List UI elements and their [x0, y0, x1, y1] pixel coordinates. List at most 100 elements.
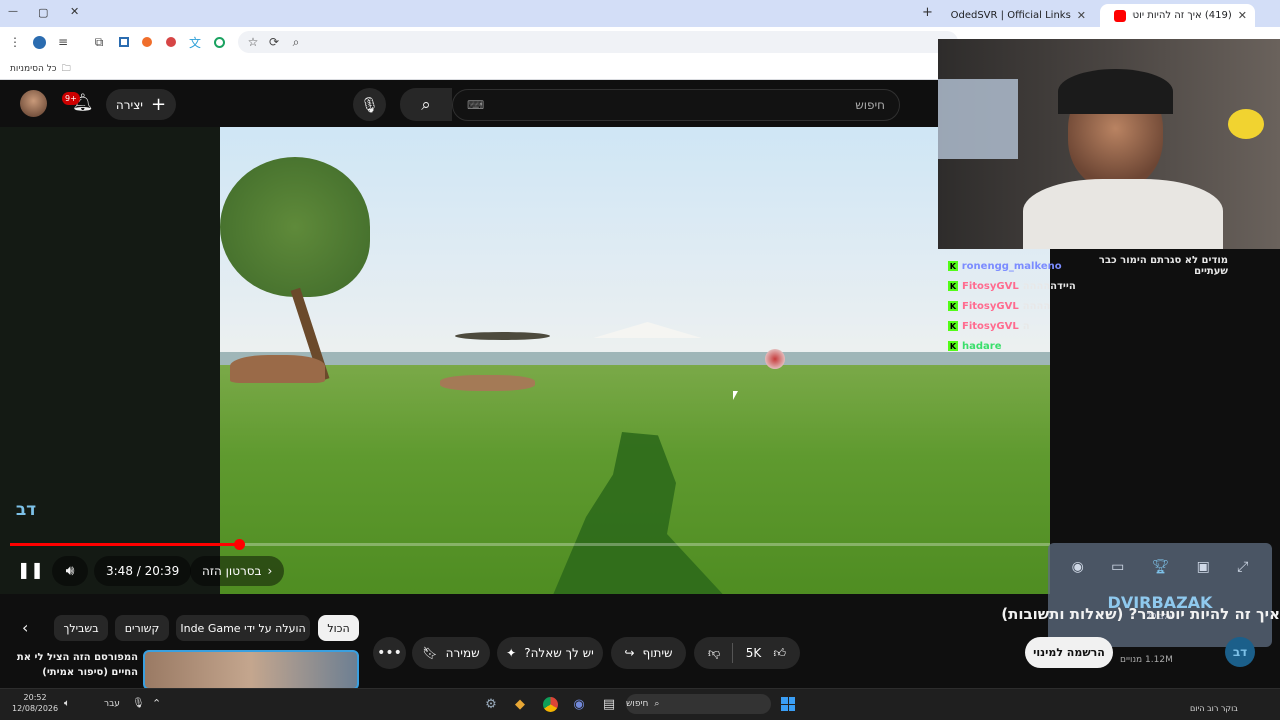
taskbar-clock[interactable]: 20:52 12/08/2026 — [12, 692, 58, 714]
related-video-title[interactable]: המפורסם הזה הציל לי את החיים (סיפור אמית… — [10, 650, 138, 680]
share-button[interactable]: שיתוף ↪ — [611, 637, 686, 669]
mouse-cursor-icon — [733, 391, 738, 400]
ask-button[interactable]: יש לך שאלה? ✦ — [497, 637, 603, 669]
tray-chevron-icon[interactable]: ⌃ — [152, 697, 161, 710]
save-button[interactable]: שמירה 🔖︎ — [412, 637, 490, 669]
tab-youtube[interactable]: ✕ (419) איך זה להיות יוטיובר? (שאלות ותש… — [1100, 4, 1255, 27]
bookmarks-folder-label: כל הסימניות — [10, 64, 57, 74]
kick-badge-icon: K — [948, 261, 958, 271]
taskbar-search[interactable]: ⌕ חיפוש — [626, 694, 771, 714]
subscribe-button[interactable]: הרשמה למינוי — [1025, 637, 1113, 668]
chevron-right-icon: › — [267, 564, 273, 578]
record-icon: ◉ — [1071, 559, 1084, 575]
toy — [1228, 109, 1264, 139]
tab-title: (419) איך זה להיות יוטיובר? (שאלות ותשוב… — [1131, 10, 1232, 21]
related-video-thumbnail[interactable] — [143, 650, 359, 690]
extension-icon[interactable] — [161, 32, 181, 52]
webcam-overlay — [938, 39, 1280, 249]
profile-icon[interactable] — [29, 32, 49, 52]
chapter-button[interactable]: בסרטון הזה › — [190, 556, 285, 586]
plus-icon: + — [151, 94, 167, 115]
chat-message: ה FitosyGVL K — [948, 316, 1228, 336]
reload-icon[interactable]: ⟳ — [264, 32, 284, 52]
tab-title: OdedSVR | Official Links — [950, 10, 1071, 21]
search-input[interactable]: חיפוש ⌨ — [452, 89, 900, 121]
dislike-icon[interactable]: 👎︎ — [708, 646, 720, 661]
chip-related[interactable]: קשורים — [115, 615, 169, 641]
new-tab-icon[interactable]: + — [922, 5, 933, 20]
tab-close-icon[interactable]: ✕ — [1238, 9, 1247, 22]
folder-icon: 🗀 — [61, 64, 71, 74]
sparkle-icon: ✦ — [506, 646, 517, 660]
chevron-left-icon[interactable]: ‹ — [22, 618, 28, 637]
channel-watermark-logo[interactable]: דב — [10, 495, 42, 525]
tree-canopy — [220, 157, 370, 297]
more-actions-icon[interactable]: ••• — [373, 637, 406, 669]
volume-icon[interactable]: 🔊︎ — [52, 556, 88, 586]
screen-icon: ▣ — [1196, 559, 1210, 575]
chrome-icon[interactable] — [538, 692, 562, 716]
search-button[interactable]: ⌕ — [400, 88, 452, 121]
video-frame[interactable] — [220, 127, 1050, 594]
windows-start-icon[interactable] — [776, 692, 800, 716]
search-icon: ⌕ — [654, 699, 660, 709]
chat-message: היידההההה FitosyGVL K — [948, 276, 1228, 296]
discord-icon[interactable]: ◉ — [567, 692, 591, 716]
close-window-icon[interactable]: ✕ — [70, 5, 79, 18]
settings-icon[interactable]: ⚙ — [479, 692, 503, 716]
bookmark-star-icon[interactable]: ☆ — [243, 32, 263, 52]
subscriber-count: 1.12M מנויים — [1120, 655, 1173, 665]
chat-username: FitosyGVL — [962, 280, 1019, 292]
search-lens-icon[interactable]: ⌕ — [286, 32, 306, 52]
extension-icon[interactable] — [114, 32, 134, 52]
youtube-favicon-icon — [1113, 9, 1126, 22]
divider — [732, 643, 734, 663]
pause-icon[interactable]: ❚❚ — [17, 560, 44, 579]
ask-label: יש לך שאלה? — [524, 646, 594, 660]
minimize-icon[interactable]: — — [8, 6, 18, 17]
extension-icon[interactable] — [137, 32, 157, 52]
keyboard-icon[interactable]: ⌨ — [467, 98, 484, 112]
speaker-icon[interactable]: 🔈︎ — [64, 698, 70, 709]
app-icon[interactable]: ◆ — [508, 692, 532, 716]
restore-icon[interactable]: ▢ — [38, 6, 48, 19]
menu-dots-icon[interactable]: ⋮ — [5, 32, 25, 52]
red-sculpture — [765, 349, 785, 369]
chip-for-you[interactable]: בשבילך — [54, 615, 108, 641]
like-count[interactable]: 5K — [746, 646, 762, 660]
create-button[interactable]: יצירה + — [106, 89, 176, 120]
clock-time: 20:52 — [23, 693, 47, 702]
reading-list-icon[interactable]: ≡ — [53, 32, 73, 52]
chat-username: ronengg_malkeno — [961, 260, 1062, 272]
stream-widget: ◉ ▭ 🏆︎ ▣ ⤢ DVIRBAZAK 20 שלב — [1048, 543, 1272, 647]
chat-username: FitosyGVL — [962, 320, 1019, 332]
channel-avatar[interactable]: דב — [1225, 637, 1255, 667]
chapter-label: בסרטון הזה — [202, 564, 262, 578]
like-icon[interactable]: 👍︎ — [773, 646, 786, 661]
progress-scrubber-handle[interactable] — [233, 539, 245, 550]
mic-icon[interactable]: 🎙︎ — [132, 698, 145, 709]
weather-widget[interactable]: בוקר רוב היום — [1190, 704, 1238, 713]
translate-icon[interactable]: 文 — [185, 32, 205, 52]
file-explorer-icon[interactable]: ▤ — [597, 692, 621, 716]
chip-uploaded-by[interactable]: הועלה על ידי Inde Game — [176, 615, 310, 641]
address-bar[interactable] — [238, 31, 958, 53]
chat-message: מודים לא סגרתם הימור כבר שעתיים ronengg_m… — [948, 255, 1228, 277]
extension-icon[interactable] — [209, 32, 229, 52]
bookmarks-folder[interactable]: 🗀 כל הסימניות — [10, 61, 71, 77]
trophy-icon: 🏆︎ — [1151, 559, 1170, 575]
chat-message: הההה FitosyGVL K — [948, 296, 1228, 316]
kick-badge-icon: K — [948, 281, 958, 291]
notification-count-badge: 9+ — [62, 92, 80, 105]
extensions-icon[interactable]: ⧉ — [89, 32, 109, 52]
tab-links[interactable]: ✕ OdedSVR | Official Links — [944, 4, 1094, 27]
tab-close-icon[interactable]: ✕ — [1077, 9, 1086, 22]
chat-username: hadare — [962, 340, 1002, 352]
voice-search-icon[interactable]: 🎙︎ — [353, 88, 386, 121]
chip-all[interactable]: הכול — [318, 615, 359, 641]
chat-message-text: היידההההה — [1022, 280, 1076, 292]
video-title: איך זה להיות יוטיובר? (שאלות ותשובות) — [1001, 605, 1280, 623]
clock-date: 12/08/2026 — [12, 704, 59, 713]
language-indicator[interactable]: עבר — [104, 699, 120, 709]
avatar[interactable] — [20, 90, 47, 117]
